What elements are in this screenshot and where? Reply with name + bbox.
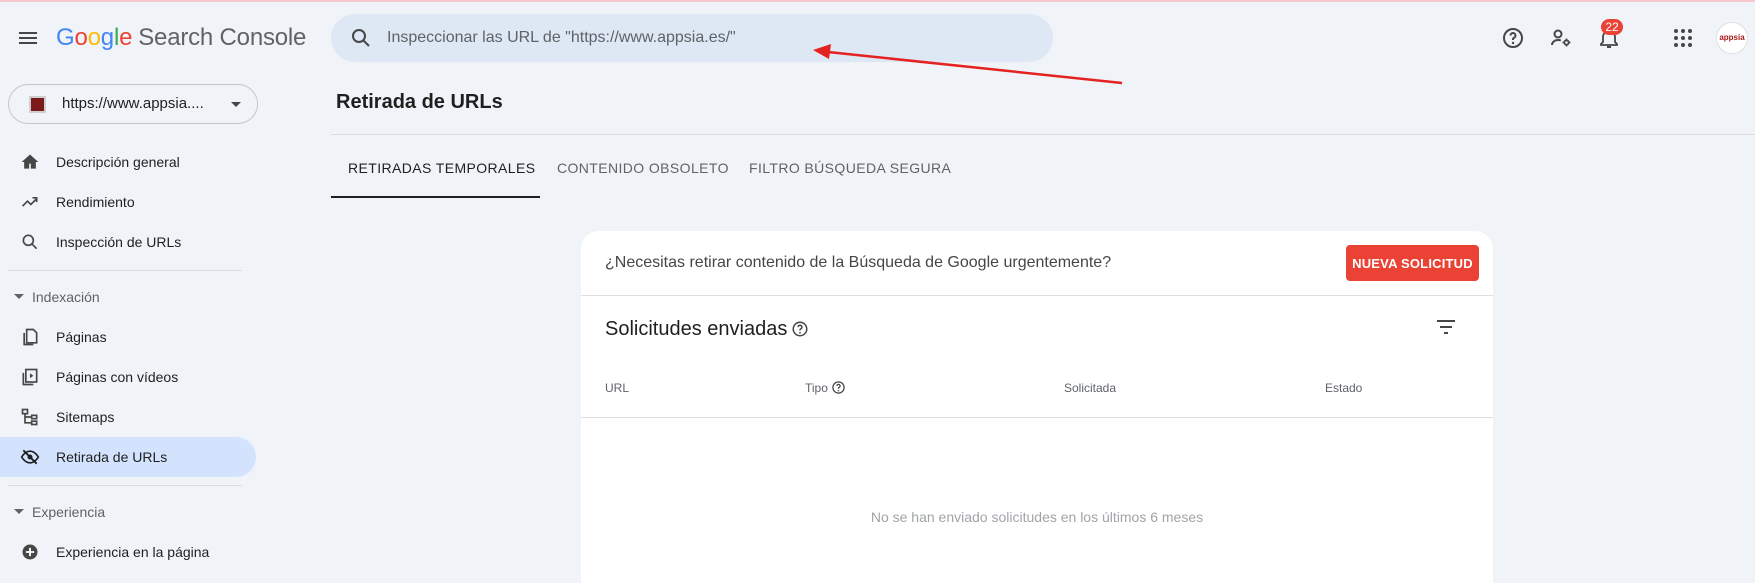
search-input[interactable] xyxy=(387,14,1027,62)
help-icon[interactable] xyxy=(1501,26,1525,50)
urgent-removal-prompt: ¿Necesitas retirar contenido de la Búsqu… xyxy=(605,254,1112,271)
column-header-type[interactable]: Tipo xyxy=(805,380,846,396)
logo-letter: o xyxy=(87,24,101,51)
property-selector[interactable]: https://www.appsia.... xyxy=(8,84,258,124)
trending-icon xyxy=(21,197,38,207)
top-app-bar: GoogleSearch Console 22 appsia xyxy=(0,2,1755,74)
sidebar-item-pages[interactable]: Páginas xyxy=(0,317,256,357)
collapse-triangle-icon xyxy=(14,509,24,514)
sidebar-section-experience[interactable]: Experiencia xyxy=(0,492,256,532)
removals-card: ¿Necesitas retirar contenido de la Búsqu… xyxy=(581,231,1493,583)
logo-letter: g xyxy=(100,24,114,51)
sidebar-section-indexing[interactable]: Indexación xyxy=(0,277,256,317)
sidebar-item-performance[interactable]: Rendimiento xyxy=(0,182,256,222)
plus-circle-icon xyxy=(22,544,38,560)
sidebar-item-label: Experiencia en la página xyxy=(56,544,210,560)
sidebar-item-video-pages[interactable]: Páginas con vídeos xyxy=(0,357,256,397)
google-search-console-logo[interactable]: Google Search Console xyxy=(56,22,306,54)
sidebar-item-label: Páginas xyxy=(56,329,107,345)
home-icon xyxy=(21,154,39,169)
sidebar-item-page-experience[interactable]: Experiencia en la página xyxy=(0,532,256,572)
table-header-divider xyxy=(581,417,1493,418)
url-inspection-search[interactable] xyxy=(331,14,1053,62)
card-divider xyxy=(581,295,1493,296)
product-name: Search Console xyxy=(138,24,307,51)
column-header-label: Tipo xyxy=(805,381,828,395)
sent-requests-title: Solicitudes enviadas xyxy=(605,318,788,340)
search-icon xyxy=(22,234,38,250)
search-icon[interactable] xyxy=(349,26,373,50)
menu-icon[interactable] xyxy=(16,26,40,50)
sidebar-item-label: Sitemaps xyxy=(56,409,115,425)
notifications-badge: 22 xyxy=(1601,19,1623,35)
pages-icon xyxy=(23,328,38,346)
filter-icon[interactable] xyxy=(1434,315,1458,339)
chevron-down-icon xyxy=(231,102,241,107)
sidebar-item-label: Retirada de URLs xyxy=(56,449,168,465)
logo-letter: e xyxy=(119,24,133,51)
sidebar-item-removals[interactable]: Retirada de URLs xyxy=(0,437,256,477)
sidebar-item-overview[interactable]: Descripción general xyxy=(0,142,256,182)
sitemap-icon xyxy=(21,408,38,426)
avatar[interactable]: appsia xyxy=(1716,22,1748,54)
collapse-triangle-icon xyxy=(14,294,24,299)
title-divider xyxy=(331,134,1755,135)
eye-off-icon xyxy=(20,449,40,465)
logo-letter: o xyxy=(74,24,88,51)
sidebar-divider xyxy=(8,485,242,486)
page-title: Retirada de URLs xyxy=(336,91,503,113)
column-header-status[interactable]: Estado xyxy=(1325,380,1362,396)
help-icon[interactable] xyxy=(791,320,809,338)
help-icon[interactable] xyxy=(831,380,846,395)
new-request-button[interactable]: NUEVA SOLICITUD xyxy=(1346,245,1479,281)
column-header-url[interactable]: URL xyxy=(605,380,629,396)
video-pages-icon xyxy=(22,368,38,386)
tab-temporary-removals[interactable]: RETIRADAS TEMPORALES xyxy=(332,150,551,198)
sidebar-item-label: Rendimiento xyxy=(56,194,135,210)
sidebar-item-label: Descripción general xyxy=(56,154,180,170)
sidebar-section-label: Experiencia xyxy=(32,504,106,520)
active-tab-indicator xyxy=(331,196,540,198)
settings-user-icon[interactable] xyxy=(1549,26,1573,50)
apps-grid-icon[interactable] xyxy=(1671,26,1695,50)
sidebar-section-label: Indexación xyxy=(32,289,100,305)
column-header-requested[interactable]: Solicitada xyxy=(1064,380,1116,396)
property-label: https://www.appsia.... xyxy=(62,95,204,112)
tab-safesearch-filter[interactable]: FILTRO BÚSQUEDA SEGURA xyxy=(733,150,967,198)
logo-letter: G xyxy=(56,24,75,51)
sidebar-divider xyxy=(8,270,242,271)
sidebar-item-url-inspection[interactable]: Inspección de URLs xyxy=(0,222,256,262)
sidebar-item-label: Inspección de URLs xyxy=(56,234,182,250)
sidebar-item-label: Páginas con vídeos xyxy=(56,369,179,385)
property-favicon-icon xyxy=(29,96,46,113)
sidebar-item-sitemaps[interactable]: Sitemaps xyxy=(0,397,256,437)
empty-state-message: No se han enviado solicitudes en los últ… xyxy=(870,509,1204,525)
tab-outdated-content[interactable]: CONTENIDO OBSOLETO xyxy=(541,150,745,198)
